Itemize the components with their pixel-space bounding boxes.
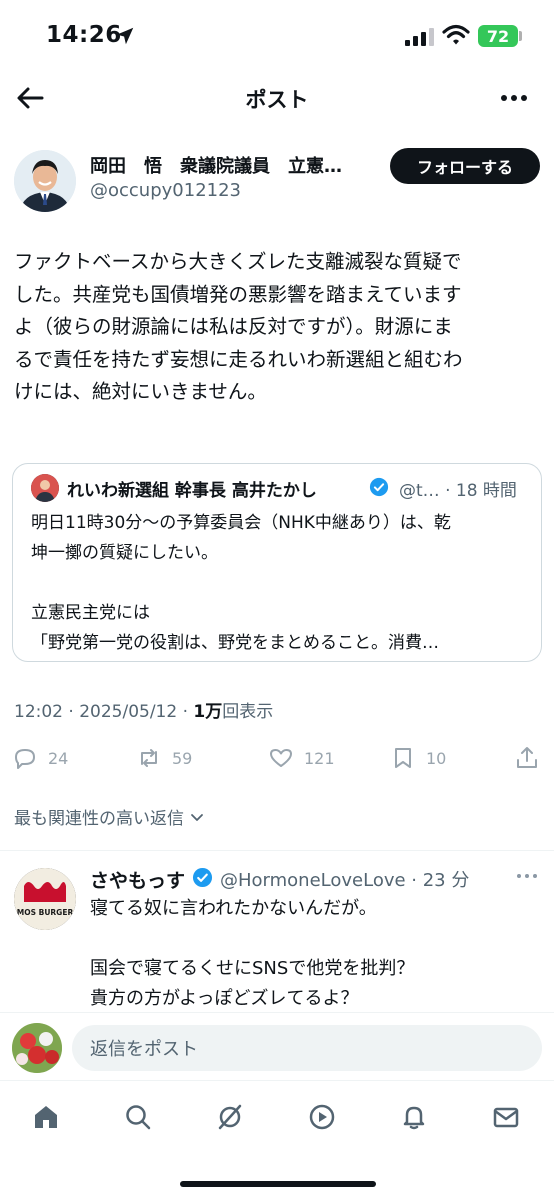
reply-button[interactable]: 24 [12,740,68,776]
replies-filter-label: 最も関連性の高い返信 [14,809,184,829]
author-handle[interactable]: @occupy012123 [90,180,241,201]
battery-tip [519,31,522,41]
reply-text-line [90,924,540,954]
status-time: 14:26 [46,22,122,48]
battery-indicator: 72 [478,25,518,47]
author-name[interactable]: 岡田 悟 衆議院議員 立憲… [90,152,372,178]
quoted-post[interactable]: れいわ新選組 幹事長 高井たかし @t… · 18 時間 明日11時30分〜の予… [12,463,542,662]
tab-media[interactable] [300,1095,344,1139]
post-text-line: るで責任を持たず妄想に走るれいわ新選組と組むわ [14,347,463,371]
reply-author-name[interactable]: さやもっす [90,866,185,893]
quote-text-line: 坤一擲の質疑にしたい。 [31,543,218,563]
home-icon [35,1106,57,1128]
tab-home[interactable] [24,1095,68,1139]
quote-text: 明日11時30分〜の予算委員会（NHK中継あり）は、乾 坤一擲の質疑にしたい。 … [31,508,531,658]
search-icon [126,1105,151,1130]
post-text-line: ファクトベースから大きくズレた支離滅裂な質疑で [14,250,462,273]
tab-notifications[interactable] [392,1095,436,1139]
user-avatar[interactable] [12,1023,62,1073]
quote-author-name: れいわ新選組 幹事長 高井たかし [67,481,317,501]
status-bar: 14:26 72 [0,0,554,70]
reply-author-handle[interactable]: @HormoneLoveLove · 23 分 [220,866,469,892]
post-text-line: よ（彼らの財源論には私は反対ですが）。財源にま [14,315,453,338]
location-arrow-icon [116,27,134,45]
reply-count: 24 [48,748,69,768]
bookmark-count: 10 [426,748,447,768]
home-indicator [180,1181,376,1187]
quote-text-line: 「野党第一党の役割は、野党をまとめること。消費… [31,633,439,653]
repost-count: 59 [172,748,193,768]
replies-filter-dropdown[interactable]: 最も関連性の高い返信 [14,804,206,829]
views-label: 回表示 [222,702,274,722]
post-text: ファクトベースから大きくズレた支離滅裂な質疑で した。共産党も国債増発の悪影響を… [14,246,542,409]
quote-avatar [31,474,59,502]
share-icon [517,747,537,768]
repost-button[interactable]: 59 [136,740,192,776]
reply-composer: 返信をポスト [0,1012,554,1080]
divider [0,850,554,851]
mos-burger-logo-text: MOS BURGER [17,908,74,917]
reply-text-line: 貴方の方がよっぽどズレてるよ？ [90,988,359,1009]
reply-text-line: 寝てる奴に言われたかないんだが。 [90,898,377,919]
wifi-icon [442,24,470,45]
like-icon [270,749,292,767]
chevron-down-icon [191,813,203,821]
quote-text-line: 明日11時30分〜の予算委員会（NHK中継あり）は、乾 [31,513,451,533]
bell-icon [403,1106,425,1130]
post-timestamp: 12:02 · 2025/05/12 · [14,702,194,722]
post-text-line: けには、絶対にいきません。 [14,380,267,403]
nav-header: ポスト [0,70,554,126]
reply-text-line: 国会で寝てるくせにSNSで他党を批判？ [90,958,415,979]
tab-messages[interactable] [484,1095,528,1139]
tab-search[interactable] [116,1095,160,1139]
post-text-line: した。共産党も国債増発の悪影響を踏まえています [14,282,462,306]
views-count: 1万 [193,702,223,722]
grok-icon [218,1104,242,1130]
reply-icon [15,749,35,769]
repost-icon [141,749,157,767]
play-icon [309,1104,335,1130]
quote-author-handle: @t… · 18 時間 [399,481,517,501]
signal-icon [405,28,434,46]
post-meta: 12:02 · 2025/05/12 · 1万回表示 [14,697,273,722]
follow-button[interactable]: フォローする [390,148,540,184]
quote-text-line: 立憲民主党には [31,603,150,623]
bookmark-icon [395,748,411,768]
like-button[interactable]: 121 [268,740,335,776]
verified-icon [192,867,213,888]
like-count: 121 [304,748,335,768]
quote-text-line [31,568,531,598]
more-icon[interactable] [510,864,544,888]
share-button[interactable] [514,740,550,776]
action-bar: 24 59 121 10 [0,740,554,776]
page-title: ポスト [245,88,309,112]
author-avatar[interactable] [14,150,76,212]
bookmark-button[interactable]: 10 [390,740,446,776]
reply-text: 寝てる奴に言われたかないんだが。 国会で寝てるくせにSNSで他党を批判？ 貴方の… [90,894,540,1014]
mail-icon [493,1107,519,1128]
verified-icon [369,477,389,497]
reply-input[interactable]: 返信をポスト [72,1025,542,1071]
tab-grok[interactable] [208,1095,252,1139]
more-icon[interactable] [496,82,532,114]
reply-avatar[interactable]: MOS BURGER [14,868,76,930]
